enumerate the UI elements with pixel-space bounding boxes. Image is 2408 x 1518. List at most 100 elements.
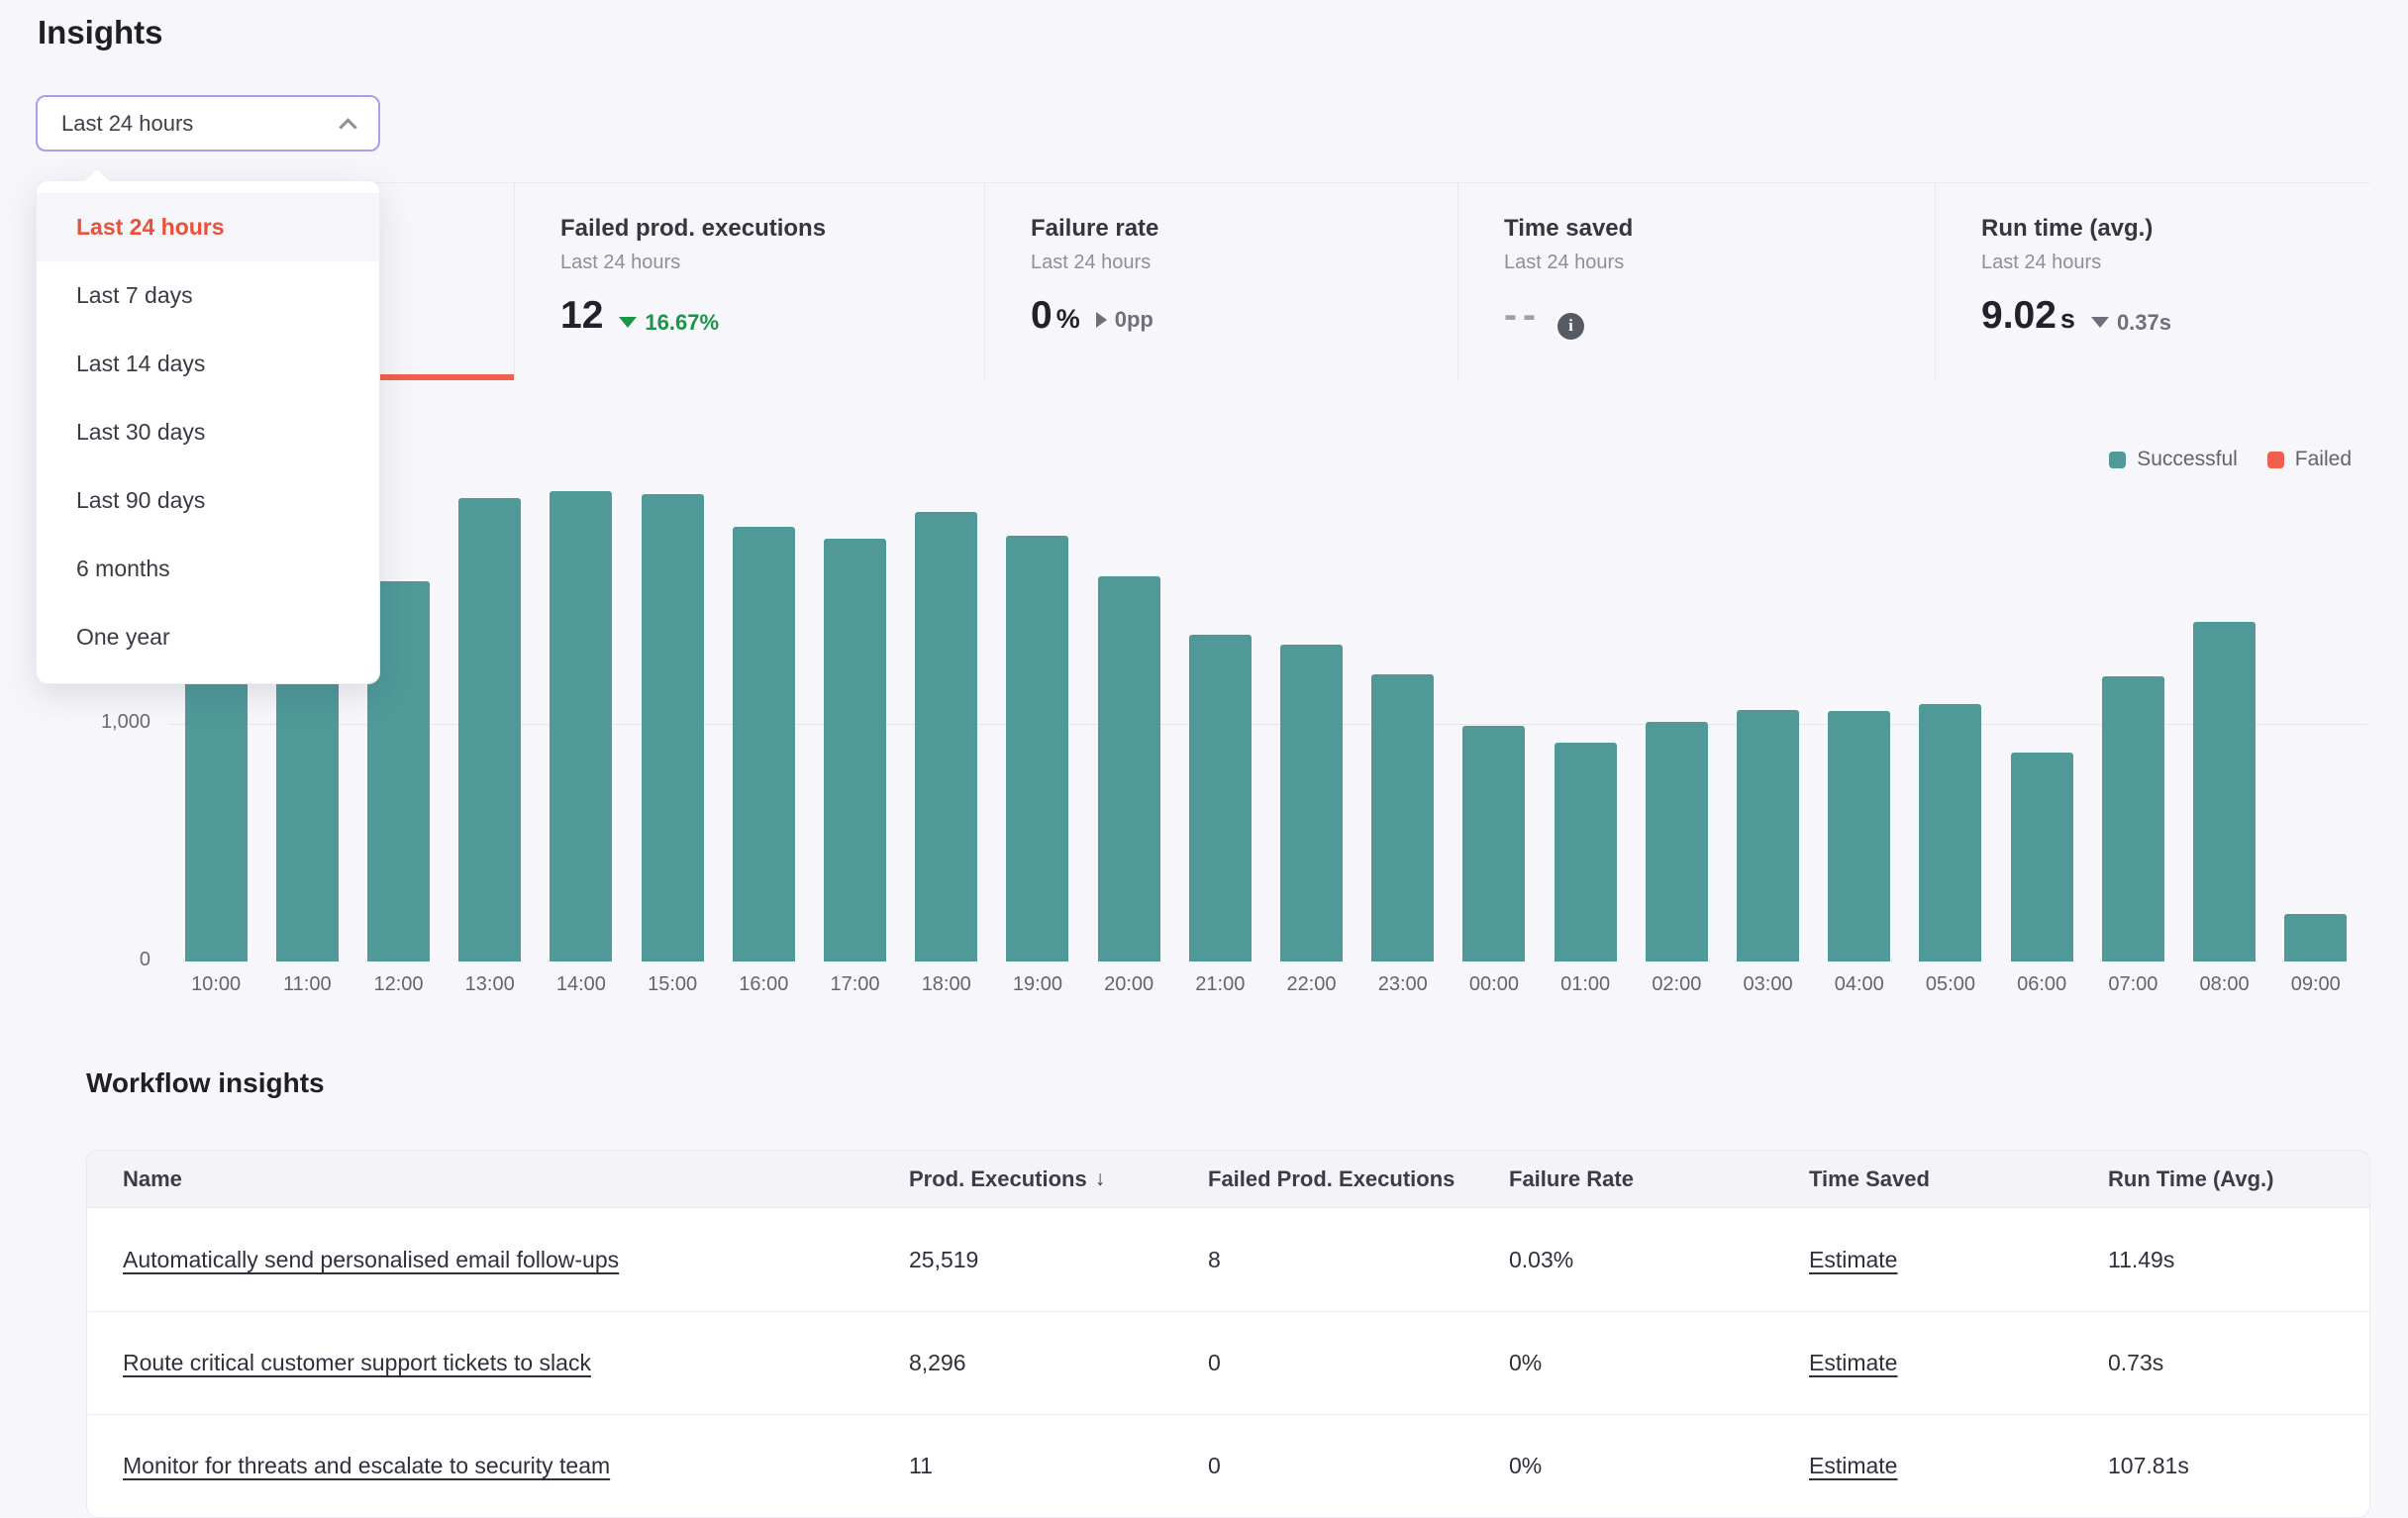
- workflow-insights-title: Workflow insights: [86, 1067, 325, 1099]
- bar-successful-14:00: [550, 491, 612, 961]
- cell-name: Monitor for threats and escalate to secu…: [123, 1453, 909, 1479]
- bar-successful-05:00: [1919, 704, 1981, 961]
- x-axis-label-05:00: 05:00: [1905, 973, 1996, 996]
- chart-column-07:00: [2087, 444, 2178, 961]
- cell-time-saved: Estimate: [1809, 1247, 2108, 1273]
- bar-successful-18:00: [915, 512, 977, 961]
- column-header-prod-executions[interactable]: Prod. Executions↓: [909, 1166, 1208, 1192]
- bar-successful-16:00: [733, 527, 795, 961]
- cell-failed-executions: 0: [1208, 1453, 1509, 1479]
- menu-notch-icon: [84, 167, 109, 192]
- delta-text: 0pp: [1115, 307, 1154, 333]
- bar-successful-11:00: [276, 664, 339, 961]
- x-axis-label-20:00: 20:00: [1083, 973, 1174, 996]
- menu-item-last-7-days[interactable]: Last 7 days: [37, 261, 379, 330]
- stat-card-delta: 0.37s: [2091, 310, 2171, 336]
- stat-card-title: Failed prod. executions: [560, 215, 964, 243]
- x-axis-label-17:00: 17:00: [809, 973, 900, 996]
- stat-card-value-row: 1216.67%: [560, 294, 964, 338]
- x-axis-label-18:00: 18:00: [901, 973, 992, 996]
- x-axis-label-03:00: 03:00: [1722, 973, 1813, 996]
- estimate-link[interactable]: Estimate: [1809, 1247, 1897, 1272]
- chart-column-02:00: [1631, 444, 1722, 961]
- cell-prod-executions: 11: [909, 1453, 1208, 1479]
- chart-column-22:00: [1265, 444, 1356, 961]
- bar-successful-23:00: [1371, 674, 1434, 961]
- bar-successful-07:00: [2102, 676, 2164, 961]
- menu-item-last-90-days[interactable]: Last 90 days: [37, 466, 379, 535]
- stat-card-failed-prod-executions[interactable]: Failed prod. executions Last 24 hours 1216…: [514, 183, 984, 380]
- bar-successful-15:00: [642, 494, 704, 961]
- stat-card-subtitle: Last 24 hours: [1504, 252, 1915, 274]
- x-axis-label-07:00: 07:00: [2087, 973, 2178, 996]
- delta-text: 0.37s: [2117, 310, 2171, 336]
- column-header-run-time-avg[interactable]: Run Time (Avg.): [2108, 1166, 2369, 1192]
- workflow-table-header: NameProd. Executions↓Failed Prod. Execut…: [87, 1151, 2369, 1208]
- stat-card-title: Failure rate: [1031, 215, 1438, 243]
- stat-card-unit: %: [1056, 304, 1080, 335]
- menu-item-last-14-days[interactable]: Last 14 days: [37, 330, 379, 398]
- column-header-name[interactable]: Name: [123, 1166, 909, 1192]
- stat-card-subtitle: Last 24 hours: [560, 252, 964, 274]
- stat-card-delta: 0pp: [1096, 307, 1154, 333]
- bar-successful-04:00: [1828, 711, 1890, 961]
- chart-column-17:00: [809, 444, 900, 961]
- stat-card-time-saved[interactable]: Time saved Last 24 hours -- i: [1457, 183, 1935, 380]
- workflow-name-link[interactable]: Route critical customer support tickets …: [123, 1350, 591, 1375]
- x-axis-label-01:00: 01:00: [1540, 973, 1631, 996]
- bar-successful-01:00: [1555, 743, 1617, 961]
- x-axis-label-22:00: 22:00: [1265, 973, 1356, 996]
- stat-card-run-time-avg[interactable]: Run time (avg.)Last 24 hours9.02s0.37s: [1935, 183, 2370, 380]
- delta-text: 16.67%: [645, 310, 719, 336]
- chart-column-23:00: [1357, 444, 1449, 961]
- workflow-name-link[interactable]: Monitor for threats and escalate to secu…: [123, 1453, 610, 1478]
- bar-successful-10:00: [185, 664, 248, 961]
- stat-card-title: Time saved: [1504, 215, 1915, 243]
- bar-successful-19:00: [1006, 536, 1068, 961]
- column-header-label: Failed Prod. Executions: [1208, 1166, 1455, 1192]
- chart-column-06:00: [1996, 444, 2087, 961]
- cell-failure-rate: 0%: [1509, 1453, 1809, 1479]
- delta-down-icon: [619, 317, 637, 328]
- cell-run-time: 11.49s: [2108, 1247, 2369, 1273]
- info-icon: i: [1557, 313, 1584, 340]
- stat-card-value-row: 9.02s0.37s: [1981, 294, 2351, 338]
- cell-failed-executions: 8: [1208, 1247, 1509, 1273]
- delta-right-icon: [1096, 312, 1107, 328]
- time-range-menu: Last 24 hoursLast 7 daysLast 14 daysLast…: [36, 180, 380, 684]
- bar-successful-17:00: [824, 539, 886, 961]
- x-axis-label-14:00: 14:00: [536, 973, 627, 996]
- column-header-failed-prod-executions[interactable]: Failed Prod. Executions: [1208, 1166, 1509, 1192]
- column-header-failure-rate[interactable]: Failure Rate: [1509, 1166, 1809, 1192]
- table-row: Monitor for threats and escalate to secu…: [87, 1414, 2369, 1517]
- chart-column-20:00: [1083, 444, 1174, 961]
- estimate-link[interactable]: Estimate: [1809, 1350, 1897, 1375]
- chart-column-13:00: [445, 444, 536, 961]
- cell-failed-executions: 0: [1208, 1350, 1509, 1376]
- time-range-select[interactable]: Last 24 hours: [36, 95, 380, 152]
- estimate-link[interactable]: Estimate: [1809, 1453, 1897, 1478]
- menu-item-one-year[interactable]: One year: [37, 603, 379, 671]
- chart-bars: [170, 444, 2361, 961]
- x-axis-label-12:00: 12:00: [352, 973, 444, 996]
- menu-item-last-30-days[interactable]: Last 30 days: [37, 398, 379, 466]
- menu-item-6-months[interactable]: 6 months: [37, 535, 379, 603]
- x-axis-label-06:00: 06:00: [1996, 973, 2087, 996]
- cell-name: Automatically send personalised email fo…: [123, 1247, 909, 1273]
- x-axis-label-19:00: 19:00: [992, 973, 1083, 996]
- bar-successful-22:00: [1280, 645, 1343, 961]
- bar-successful-20:00: [1098, 576, 1160, 961]
- x-axis-label-09:00: 09:00: [2270, 973, 2361, 996]
- stat-card-failure-rate[interactable]: Failure rateLast 24 hours0%0pp: [984, 183, 1457, 380]
- stat-card-value: --: [1504, 294, 1542, 338]
- column-header-label: Time Saved: [1809, 1166, 1930, 1192]
- menu-item-last-24-hours[interactable]: Last 24 hours: [37, 193, 379, 261]
- workflow-name-link[interactable]: Automatically send personalised email fo…: [123, 1247, 619, 1272]
- insights-page: Insights Last 24 hours Failed prod. exec…: [0, 0, 2408, 1485]
- x-axis-label-04:00: 04:00: [1814, 973, 1905, 996]
- bar-successful-13:00: [458, 498, 521, 961]
- table-row: Automatically send personalised email fo…: [87, 1208, 2369, 1311]
- stat-card-value: 9.02: [1981, 294, 2057, 338]
- cell-name: Route critical customer support tickets …: [123, 1350, 909, 1376]
- column-header-time-saved[interactable]: Time Saved: [1809, 1166, 2108, 1192]
